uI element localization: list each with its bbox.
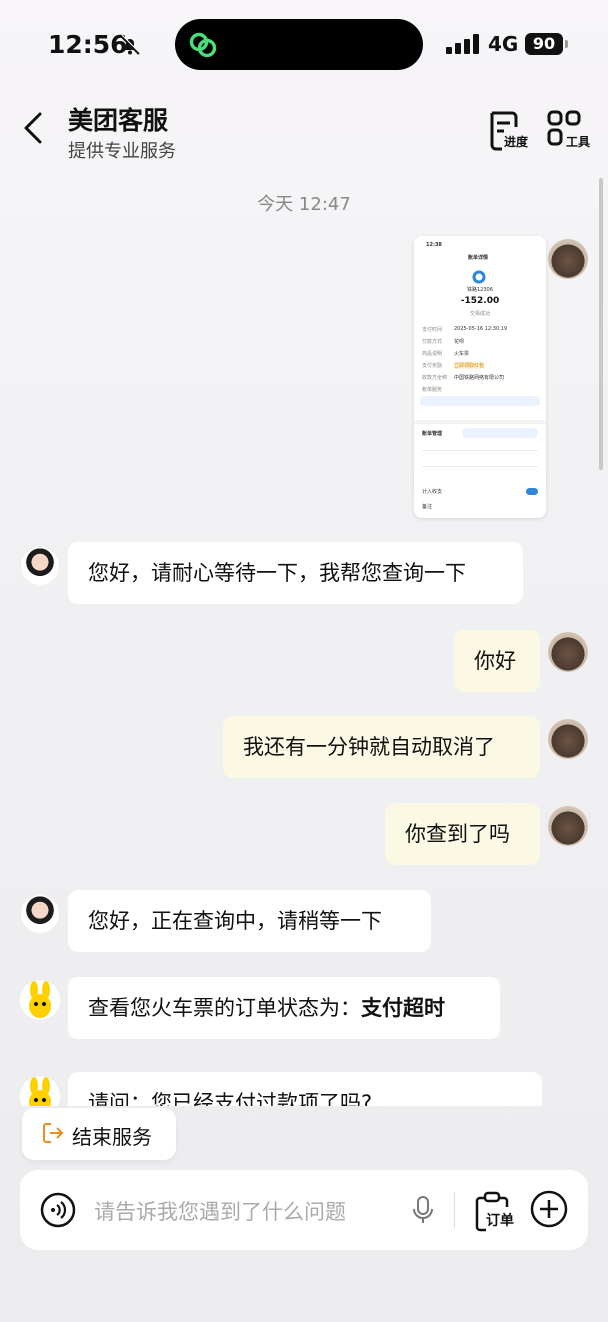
- shot-row-value: 2025-05-16 12:30:19: [454, 326, 508, 332]
- message-text: 请问：您已经支付过款项了吗?: [88, 1091, 373, 1106]
- message-text: 你好: [474, 649, 516, 673]
- shot-time: 12:38: [426, 242, 442, 248]
- shot-banner: [420, 396, 540, 406]
- progress-label: 进度: [504, 135, 529, 149]
- voice-mode-icon[interactable]: [40, 1192, 76, 1228]
- agent-message: 您好，正在查询中，请稍等一下: [68, 890, 431, 952]
- shot-status: 交易成功: [470, 311, 491, 317]
- shot-toggle: [526, 488, 538, 495]
- shot-title: 账单详情: [468, 255, 489, 261]
- message-composer: 请告诉我您遇到了什么问题 订单: [20, 1170, 588, 1250]
- clipped-message-area: 请问：您已经支付过款项了吗?: [0, 1068, 608, 1106]
- battery-indicator: 90: [525, 33, 563, 55]
- plus-icon[interactable]: [530, 1190, 568, 1228]
- user-avatar[interactable]: [548, 239, 588, 279]
- user-message: 我还有一分钟就自动取消了: [223, 716, 540, 778]
- page-subtitle: 提供专业服务: [68, 141, 176, 162]
- tools-label: 工具: [566, 135, 591, 149]
- shot-tip: [462, 428, 538, 438]
- exit-icon: [43, 1123, 64, 1143]
- order-button[interactable]: 订单: [474, 1190, 522, 1232]
- agent-message: 您好，请耐心等待一下，我帮您查询一下: [68, 542, 523, 604]
- shot-note-label: 备注: [422, 504, 433, 510]
- network-type: 4G: [488, 32, 519, 56]
- tools-button[interactable]: 工具: [546, 109, 596, 155]
- shot-gap: [414, 420, 546, 424]
- user-avatar[interactable]: [548, 806, 588, 846]
- agent-avatar[interactable]: [20, 546, 60, 586]
- microphone-icon[interactable]: [412, 1196, 434, 1224]
- user-avatar[interactable]: [548, 719, 588, 759]
- shot-divider: [422, 466, 538, 467]
- bot-message: 请问：您已经支付过款项了吗?: [68, 1072, 542, 1106]
- shot-amount: -152.00: [460, 296, 500, 306]
- agent-avatar[interactable]: [20, 894, 60, 934]
- railway-logo-icon: [472, 270, 486, 284]
- composer-divider: [454, 1192, 455, 1228]
- bot-avatar[interactable]: [20, 980, 60, 1020]
- message-text: 您好，请耐心等待一下，我帮您查询一下: [88, 561, 466, 585]
- shot-toggle-label: 计入收支: [422, 489, 443, 495]
- shot-row-label: 账单服务: [422, 387, 443, 393]
- shot-merchant: 铁路12306: [467, 287, 493, 293]
- status-bar: 12:56 4G 90: [0, 0, 608, 90]
- message-input[interactable]: 请告诉我您遇到了什么问题: [94, 1196, 346, 1226]
- shot-section: 账单管理: [422, 431, 443, 437]
- kangaroo-mascot-icon: [29, 1077, 51, 1106]
- link-rings-icon: [189, 32, 217, 58]
- message-text: 您好，正在查询中，请稍等一下: [88, 909, 382, 933]
- message-text: 我还有一分钟就自动取消了: [243, 735, 495, 759]
- message-text: 你查到了吗: [405, 822, 510, 846]
- kangaroo-mascot-icon: [29, 981, 51, 1018]
- dynamic-island: [175, 19, 423, 70]
- chat-header: 美团客服 提供专业服务 进度 工具: [0, 95, 608, 175]
- progress-button[interactable]: 进度: [486, 109, 536, 155]
- user-message: 你好: [454, 630, 540, 692]
- shot-divider: [422, 450, 538, 451]
- scrollbar[interactable]: [599, 178, 603, 470]
- end-service-label: 结束服务: [72, 1125, 152, 1149]
- shot-row-label: 商品说明: [422, 351, 443, 357]
- back-arrow-icon[interactable]: [20, 111, 46, 145]
- user-avatar[interactable]: [548, 632, 588, 672]
- image-message[interactable]: 12:38 账单详情 铁路12306 -152.00 交易成功 支付时间 202…: [414, 236, 546, 518]
- end-service-button[interactable]: 结束服务: [22, 1108, 176, 1160]
- shot-row-label: 支付奖励: [422, 363, 443, 369]
- shot-row-value: 花呗: [454, 339, 465, 345]
- order-label: 订单: [486, 1213, 514, 1229]
- bot-avatar[interactable]: [20, 1076, 60, 1106]
- shot-row-value: 中国铁路网络有限公司: [454, 375, 505, 381]
- shot-row-label: 支付时间: [422, 327, 443, 333]
- shot-row-label: 付款方式: [422, 339, 443, 345]
- page-title: 美团客服: [68, 106, 169, 135]
- status-time: 12:56: [48, 30, 128, 59]
- bot-message: 查看您火车票的订单状态为：支付超时: [68, 977, 500, 1039]
- user-message: 你查到了吗: [385, 803, 540, 865]
- signal-icon: [446, 34, 479, 54]
- shot-row-label: 收款方全称: [422, 375, 448, 381]
- status-highlight: 支付超时: [361, 996, 445, 1020]
- shot-row-value: 火车票: [454, 351, 470, 357]
- message-text: 查看您火车票的订单状态为：: [88, 996, 361, 1020]
- date-separator: 今天 12:47: [257, 194, 351, 215]
- shot-row-value: 立即领取红包: [454, 362, 485, 369]
- bell-muted-icon: [120, 34, 141, 55]
- battery-cap: [565, 40, 568, 48]
